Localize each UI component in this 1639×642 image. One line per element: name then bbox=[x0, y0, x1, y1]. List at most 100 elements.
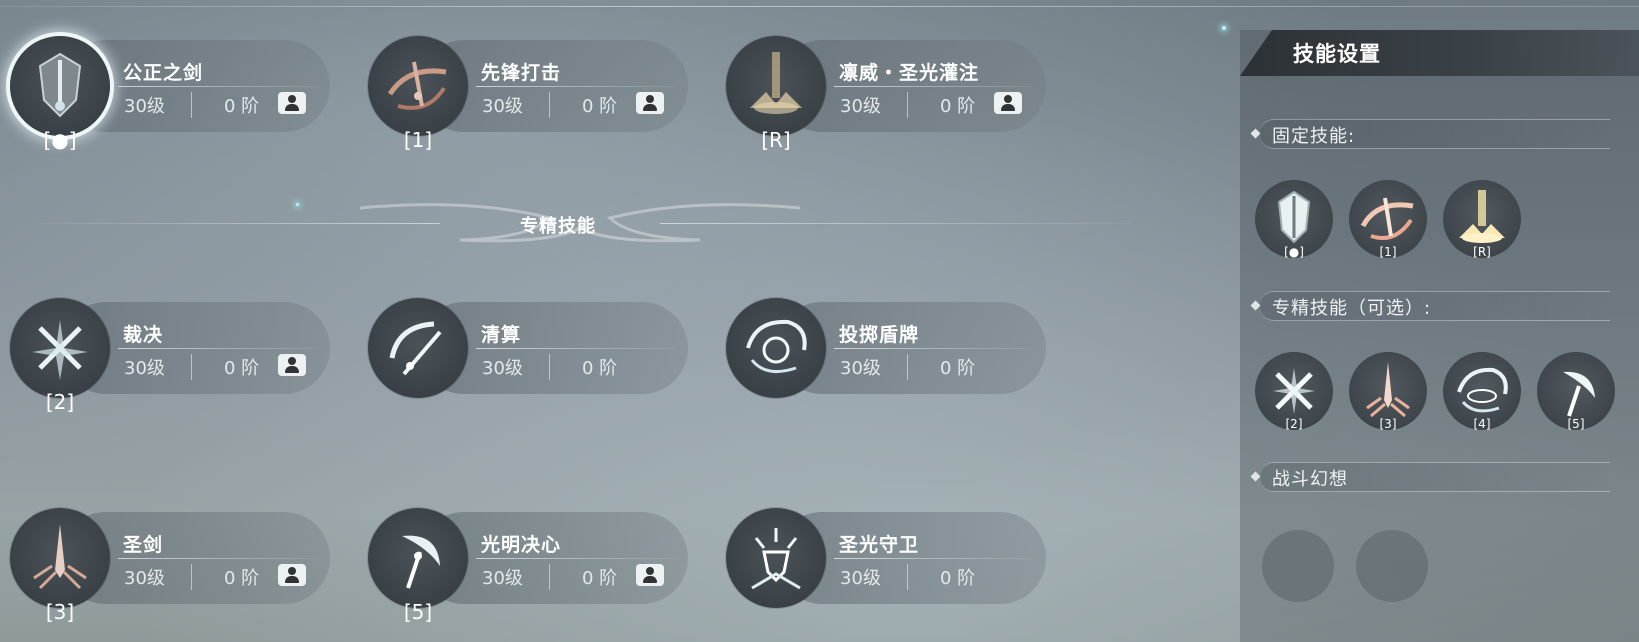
skill-card-s6[interactable]: 投掷盾牌 30级 0 阶 bbox=[716, 262, 1046, 402]
skill-name: 公正之剑 bbox=[123, 62, 204, 84]
skill-level: 30级 bbox=[840, 358, 881, 379]
skill-name: 清算 bbox=[481, 324, 522, 346]
skill-rank: 0 阶 bbox=[940, 96, 976, 117]
separator bbox=[191, 354, 192, 380]
skill-rank: 0 阶 bbox=[582, 358, 618, 379]
skill-rank: 0 阶 bbox=[940, 358, 976, 379]
skill-level: 30级 bbox=[840, 568, 881, 589]
skill-rank: 0 阶 bbox=[582, 568, 618, 589]
skill-icon-slot[interactable] bbox=[368, 36, 468, 136]
skill-name: 圣剑 bbox=[123, 534, 164, 556]
skill-card-s2[interactable]: 先锋打击 30级 0 阶 [1] bbox=[358, 0, 688, 152]
skill-icon-slot[interactable] bbox=[726, 508, 826, 608]
section-title: 专精技能 bbox=[520, 216, 596, 237]
fixed-skill-key-1: [●] bbox=[1284, 245, 1304, 259]
skill-underline bbox=[118, 558, 318, 559]
skill-icon-slot[interactable] bbox=[368, 508, 468, 608]
fixed-skill-key-2: [1] bbox=[1379, 245, 1397, 259]
skill-icon-slot[interactable] bbox=[10, 298, 110, 398]
skill-key: [1] bbox=[403, 128, 433, 152]
skill-rank: 0 阶 bbox=[940, 568, 976, 589]
skill-underline bbox=[476, 348, 676, 349]
skill-card-s5[interactable]: 清算 30级 0 阶 bbox=[358, 262, 688, 402]
skill-level: 30级 bbox=[482, 96, 523, 117]
skill-rank: 0 阶 bbox=[224, 358, 260, 379]
skill-icon-slot[interactable] bbox=[10, 508, 110, 608]
fixed-skills-label: 固定技能: bbox=[1272, 126, 1356, 147]
fixed-skill-key-3: [R] bbox=[1473, 245, 1491, 259]
skill-underline bbox=[118, 348, 318, 349]
skill-level: 30级 bbox=[482, 358, 523, 379]
skill-underline bbox=[118, 86, 318, 87]
skill-rank: 0 阶 bbox=[224, 568, 260, 589]
slash-strike-icon bbox=[387, 61, 447, 110]
skill-name: 圣光守卫 bbox=[839, 534, 920, 556]
holy-burst-icon bbox=[750, 52, 802, 114]
sparkle-decoration bbox=[1222, 26, 1226, 30]
lock-person-icon bbox=[278, 92, 306, 114]
skill-underline bbox=[834, 558, 1034, 559]
skill-key: [3] bbox=[45, 600, 75, 624]
panel-title: 技能设置 bbox=[1293, 42, 1381, 66]
skill-rank: 0 阶 bbox=[582, 96, 618, 117]
shield-sword-icon bbox=[38, 52, 82, 118]
spec-skills-label: 专精技能（可选）: bbox=[1272, 298, 1432, 319]
skill-card-s7[interactable]: 圣剑 30级 0 阶 [3] bbox=[0, 472, 330, 624]
holy-sword-icon bbox=[33, 524, 87, 590]
skill-name: 投掷盾牌 bbox=[839, 324, 920, 346]
skill-key: [R] bbox=[761, 128, 791, 152]
skill-key: [2] bbox=[45, 390, 75, 414]
separator bbox=[907, 564, 908, 590]
skill-underline bbox=[834, 348, 1034, 349]
skill-icon-slot[interactable] bbox=[10, 36, 110, 136]
separator bbox=[549, 354, 550, 380]
shield-throw-icon bbox=[746, 319, 807, 374]
skill-rank: 0 阶 bbox=[224, 96, 260, 117]
cross-blade-icon bbox=[32, 320, 88, 380]
skill-name: 裁决 bbox=[123, 324, 164, 346]
skill-name: 凛威・圣光灌注 bbox=[839, 62, 980, 84]
separator bbox=[549, 564, 550, 590]
lock-person-icon bbox=[278, 354, 306, 376]
arc-sword-icon bbox=[389, 321, 442, 376]
skill-level: 30级 bbox=[840, 96, 881, 117]
spec-skill-key-3: [4] bbox=[1473, 417, 1491, 431]
separator bbox=[191, 564, 192, 590]
skill-key: [5] bbox=[403, 600, 433, 624]
skill-icon-slot[interactable] bbox=[726, 298, 826, 398]
separator bbox=[191, 92, 192, 118]
skill-icon-slot[interactable] bbox=[726, 36, 826, 136]
lock-person-icon bbox=[636, 92, 664, 114]
spec-skill-key-4: [5] bbox=[1567, 417, 1585, 431]
skill-underline bbox=[476, 86, 676, 87]
skill-level: 30级 bbox=[124, 568, 165, 589]
skill-underline bbox=[476, 558, 676, 559]
skill-key: [●] bbox=[43, 128, 77, 152]
lock-person-icon bbox=[636, 564, 664, 586]
holy-guard-icon bbox=[751, 528, 801, 590]
skill-card-s8[interactable]: 光明决心 30级 0 阶 [5] bbox=[358, 472, 688, 624]
skill-level: 30级 bbox=[124, 96, 165, 117]
skill-card-s9[interactable]: 圣光守卫 30级 0 阶 bbox=[716, 472, 1046, 612]
skill-level: 30级 bbox=[124, 358, 165, 379]
skill-name: 光明决心 bbox=[481, 534, 562, 556]
fantasy-slot-1[interactable] bbox=[1262, 530, 1334, 602]
skill-name: 先锋打击 bbox=[481, 62, 562, 84]
separator bbox=[907, 354, 908, 380]
skill-icon-slot[interactable] bbox=[368, 298, 468, 398]
skill-underline bbox=[834, 86, 1034, 87]
skill-card-s3[interactable]: 凛威・圣光灌注 30级 0 阶 [R] bbox=[716, 0, 1046, 152]
fantasy-slot-2[interactable] bbox=[1356, 530, 1428, 602]
lock-person-icon bbox=[994, 92, 1022, 114]
separator bbox=[907, 92, 908, 118]
light-resolve-icon bbox=[402, 535, 440, 589]
skill-card-s1[interactable]: 公正之剑 30级 0 阶 [●] bbox=[0, 0, 330, 152]
skill-card-s4[interactable]: 裁决 30级 0 阶 [2] bbox=[0, 262, 330, 414]
spec-skill-key-1: [2] bbox=[1285, 417, 1303, 431]
skill-level: 30级 bbox=[482, 568, 523, 589]
section-divider: 专精技能 bbox=[40, 190, 1130, 250]
separator bbox=[549, 92, 550, 118]
battle-fantasy-label: 战斗幻想 bbox=[1272, 469, 1348, 490]
spec-skill-key-2: [3] bbox=[1379, 417, 1397, 431]
lock-person-icon bbox=[278, 564, 306, 586]
